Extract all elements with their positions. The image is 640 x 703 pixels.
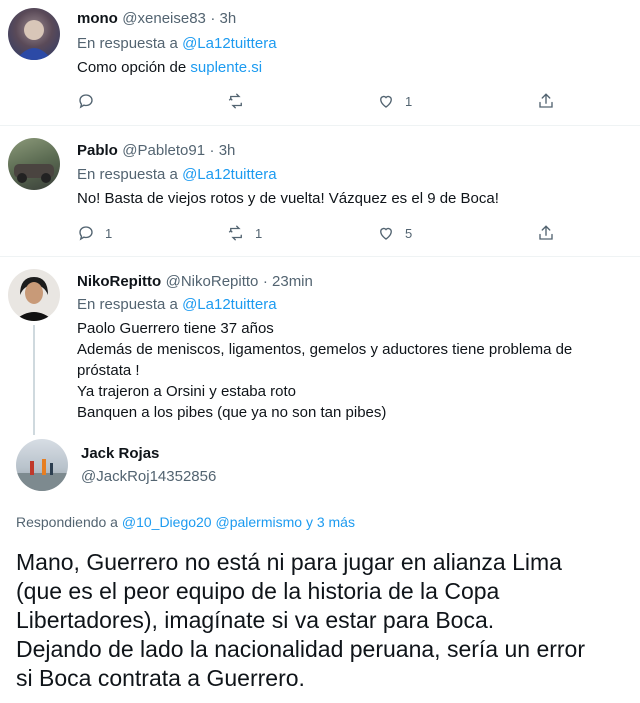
reply-mention[interactable]: @La12tuittera — [182, 35, 276, 52]
reply-context: En respuesta a @La12tuittera — [77, 166, 277, 183]
reply-mention[interactable]: @La12tuittera — [182, 296, 276, 313]
tweet-line: Ya trajeron a Orsini y estaba roto — [77, 383, 296, 400]
detail-line: Mano, Guerrero no está ni para jugar en … — [16, 549, 562, 575]
tweet-text: Como opción de suplente.si — [77, 57, 262, 78]
tweet-text: No! Basta de viejos rotos y de vuelta! V… — [77, 190, 499, 207]
author-name[interactable]: NikoRepitto — [77, 273, 161, 290]
author-name[interactable]: Jack Rojas — [81, 445, 159, 462]
like-icon — [380, 95, 392, 108]
retweet-icon — [228, 93, 242, 109]
retweet-button[interactable]: 1 — [227, 223, 262, 243]
reply-context: En respuesta a @La12tuittera — [77, 35, 277, 52]
share-button[interactable] — [537, 223, 555, 243]
like-icon — [380, 227, 392, 240]
tweet-text-plain: Como opción de — [77, 59, 191, 76]
retweet-button[interactable] — [227, 91, 255, 111]
replying-mentions[interactable]: @10_Diego20 @palermismo y 3 más — [122, 514, 355, 530]
detail-line: (que es el peor equipo de la historia de… — [16, 578, 500, 604]
timestamp[interactable]: · 23min — [263, 273, 313, 290]
tweet-line: Paolo Guerrero tiene 37 años — [77, 320, 274, 337]
avatar[interactable] — [8, 138, 60, 190]
tweet-jack-rojas[interactable]: Jack Rojas @JackRoj14352856 Respondiendo… — [0, 427, 640, 703]
replying-prefix: Respondiendo a — [16, 514, 118, 530]
tweet-line: Banquen a los pibes (que ya no son tan p… — [77, 404, 387, 421]
retweet-count: 1 — [255, 225, 263, 241]
detail-line: Libertadores), imagínate si va estar par… — [16, 607, 495, 633]
reply-button[interactable] — [77, 91, 105, 111]
author-handle[interactable]: @Pableto91 — [122, 142, 205, 159]
reply-context: En respuesta a @La12tuittera — [77, 296, 277, 313]
reply-button[interactable]: 1 — [77, 223, 112, 243]
share-button[interactable] — [537, 91, 555, 111]
reply-prefix: En respuesta a — [77, 166, 178, 183]
author-handle[interactable]: @xeneise83 — [122, 10, 206, 27]
like-count: 5 — [405, 225, 413, 241]
reply-count: 1 — [105, 225, 113, 241]
detail-line: si Boca contrata a Guerrero. — [16, 665, 305, 691]
avatar[interactable] — [8, 8, 60, 60]
reply-icon — [79, 94, 93, 109]
like-count: 1 — [405, 93, 413, 109]
reply-prefix: En respuesta a — [77, 35, 178, 52]
like-button[interactable]: 1 — [377, 91, 412, 111]
replying-context: Respondiendo a @10_Diego20 @palermismo y… — [16, 514, 355, 530]
detail-text: Mano, Guerrero no está ni para jugar en … — [16, 548, 585, 693]
tweet-link[interactable]: suplente.si — [190, 59, 262, 76]
tweet-text: Paolo Guerrero tiene 37 años Además de m… — [77, 318, 572, 423]
avatar[interactable] — [16, 439, 68, 491]
tweet-line: Además de meniscos, ligamentos, gemelos … — [77, 341, 573, 358]
author-handle[interactable]: @NikoRepitto — [166, 273, 259, 290]
author-name[interactable]: Pablo — [77, 142, 118, 159]
timestamp[interactable]: · 3h — [210, 142, 236, 159]
detail-line: Dejando de lado la nacionalidad peruana,… — [16, 636, 586, 662]
tweet-nikorepitto[interactable]: NikoRepitto @NikoRepitto · 23min En resp… — [0, 257, 640, 435]
like-button[interactable]: 5 — [377, 223, 412, 243]
timestamp[interactable]: · 3h — [210, 10, 236, 27]
avatar[interactable] — [8, 269, 60, 321]
author-handle[interactable]: @JackRoj14352856 — [81, 468, 216, 485]
thread-line — [33, 325, 35, 435]
retweet-icon — [228, 225, 242, 241]
tweet-pablo[interactable]: Pablo @Pableto91 · 3h En respuesta a @La… — [0, 126, 640, 256]
action-bar: 1 — [77, 91, 557, 111]
author-name[interactable]: mono — [77, 10, 118, 27]
reply-prefix: En respuesta a — [77, 296, 178, 313]
share-icon — [539, 93, 553, 108]
action-bar: 1 1 5 — [77, 223, 557, 243]
share-icon — [539, 225, 553, 240]
tweet-line: próstata ! — [77, 362, 140, 379]
reply-mention[interactable]: @La12tuittera — [182, 166, 276, 183]
reply-icon — [79, 226, 93, 241]
tweet-mono[interactable]: mono @xeneise83 · 3h En respuesta a @La1… — [0, 0, 640, 125]
